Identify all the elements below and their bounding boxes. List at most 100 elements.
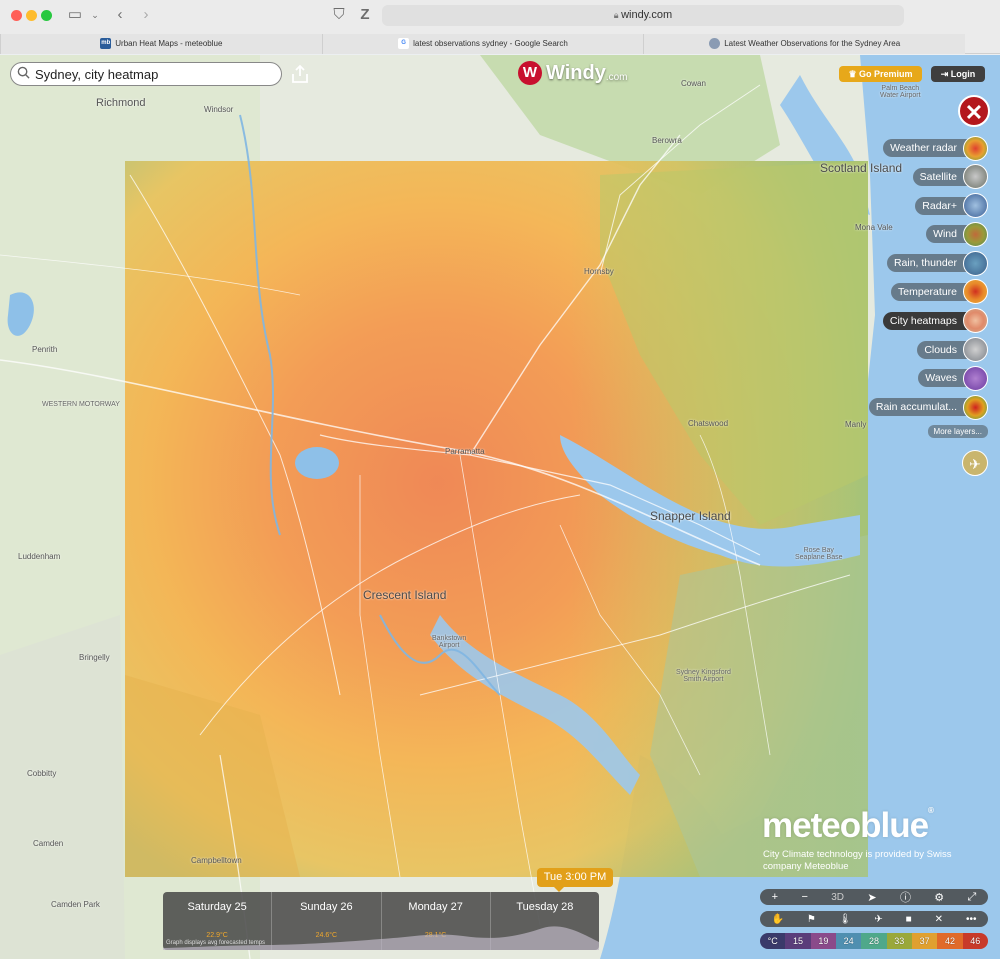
tab-weather-observations[interactable]: Latest Weather Observations for the Sydn… <box>643 34 966 54</box>
3d-button[interactable]: 3D <box>831 892 844 903</box>
url-bar[interactable]: 🔒︎ windy.com <box>382 5 904 26</box>
bom-favicon-icon <box>709 38 721 50</box>
close-icon: ✕ <box>964 100 984 125</box>
login-button[interactable]: ⇥ Login <box>931 66 985 82</box>
weather-radar-thumbnail-icon <box>963 135 988 161</box>
meteoblue-logo-text: meteoblue <box>762 806 929 845</box>
layer-label: Rain, thunder <box>886 254 975 273</box>
windy-logo-mark-icon: W <box>518 61 542 85</box>
temperature-thumbnail-icon <box>963 279 988 305</box>
z-extension-icon[interactable]: Z <box>356 5 374 25</box>
window-maximize-button[interactable] <box>41 10 52 21</box>
tab-label: Urban Heat Maps - meteoblue <box>115 39 223 48</box>
layer-weather-radar[interactable]: Weather radar <box>848 135 988 161</box>
url-text: windy.com <box>621 9 673 21</box>
shield-extension-icon[interactable]: ⛉ <box>330 5 348 25</box>
layer-radar-plus[interactable]: Radar+ <box>848 193 988 219</box>
meteoblue-favicon-icon: mb <box>100 38 112 50</box>
layer-waves[interactable]: Waves <box>848 365 988 391</box>
place-cobbitty: Cobbitty <box>27 769 57 778</box>
info-icon[interactable]: ⓘ <box>900 889 911 905</box>
flight-tracker-button[interactable]: ✈ <box>962 450 988 476</box>
place-campbelltown: Campbelltown <box>191 856 242 865</box>
place-sydney-airport: Sydney Kingsford Smith Airport <box>676 669 731 683</box>
place-parramatta: Parramatta <box>445 447 485 456</box>
registered-mark: ® <box>928 806 934 815</box>
clouds-thumbnail-icon <box>963 337 988 363</box>
legend-value: 24 <box>835 933 862 949</box>
sidebar-toggle-icon[interactable]: ▭ <box>66 5 84 25</box>
wind-thumbnail-icon <box>963 221 988 247</box>
forward-icon[interactable]: › <box>138 5 154 25</box>
place-hornsby: Hornsby <box>584 267 614 276</box>
windy-logo[interactable]: W Windy .com <box>518 60 628 86</box>
current-time-indicator[interactable]: Tue 3:00 PM <box>537 868 613 892</box>
legend-value: 28 <box>861 933 887 949</box>
map-controls: + − 3D ➤ ⓘ ⚙ ⤢ <box>760 889 988 905</box>
search-icon <box>17 66 30 79</box>
rain-accumulation-thumbnail-icon <box>963 394 988 420</box>
windy-logo-text: Windy <box>546 61 606 84</box>
more-icon[interactable]: ••• <box>966 914 977 925</box>
place-penrith: Penrith <box>32 345 58 354</box>
flag-icon[interactable]: ⚑ <box>807 914 816 925</box>
login-icon: ⇥ <box>940 69 951 79</box>
go-premium-button[interactable]: ♛ Go Premium <box>839 66 922 82</box>
rain-thunder-thumbnail-icon <box>963 250 988 276</box>
layer-menu: Weather radar Satellite Radar+ Wind Rain… <box>848 135 988 424</box>
zoom-in-button[interactable]: + <box>772 891 778 903</box>
place-snapper-island: Snapper Island <box>650 509 731 523</box>
chevron-down-icon[interactable]: ⌄ <box>89 5 101 25</box>
layer-clouds[interactable]: Clouds <box>848 337 988 363</box>
window-minimize-button[interactable] <box>26 10 37 21</box>
camera-icon[interactable]: ■ <box>906 914 912 925</box>
layer-label: Rain accumulat... <box>868 398 975 417</box>
radar-plus-thumbnail-icon <box>963 193 988 219</box>
waves-thumbnail-icon <box>963 365 988 391</box>
satellite-thumbnail-icon <box>963 164 988 190</box>
temperature-legend[interactable]: °C 15 19 24 28 33 37 42 46 <box>760 933 988 949</box>
place-crescent-island: Crescent Island <box>363 588 447 602</box>
close-overlay-button[interactable]: ✕ <box>958 95 990 127</box>
airplane-icon: ✈ <box>969 456 981 472</box>
legend-value: 15 <box>785 933 811 949</box>
layer-temperature[interactable]: Temperature <box>848 279 988 305</box>
timeline-note: Graph displays avg forecasted temps <box>166 940 266 946</box>
meteoblue-credit: City Climate technology is provided by S… <box>763 849 952 872</box>
day-label: Sunday 26 <box>300 901 353 913</box>
map-tools: ✋ ⚑ 🌡︎ ✈ ■ ✕ ••• <box>760 911 988 927</box>
tab-google-search[interactable]: Glatest observations sydney - Google Sea… <box>321 34 644 54</box>
legend-value: 33 <box>886 933 912 949</box>
legend-value: 46 <box>962 933 988 949</box>
airplane-icon[interactable]: ✈ <box>874 914 882 925</box>
window-close-button[interactable] <box>11 10 22 21</box>
more-layers-button[interactable]: More layers... <box>927 425 988 438</box>
back-icon[interactable]: ‹ <box>112 5 128 25</box>
layer-city-heatmaps[interactable]: City heatmaps <box>848 308 988 334</box>
close-tools-icon[interactable]: ✕ <box>935 914 943 925</box>
city-heatmaps-thumbnail-icon <box>963 308 988 334</box>
fullscreen-icon[interactable]: ⤢ <box>968 891 977 904</box>
legend-value: 19 <box>810 933 836 949</box>
hand-icon[interactable]: ✋ <box>771 914 783 925</box>
tab-bar: mb Urban Heat Maps - meteoblue Glatest ob… <box>0 34 966 54</box>
tab-label: latest observations sydney - Google Sear… <box>413 39 568 48</box>
layer-rain-accumulation[interactable]: Rain accumulat... <box>848 394 988 420</box>
tab-urban-heat-maps[interactable]: mb Urban Heat Maps - meteoblue <box>0 34 322 54</box>
zoom-out-button[interactable]: − <box>801 891 807 903</box>
legend-value: 42 <box>937 933 963 949</box>
layer-wind[interactable]: Wind <box>848 221 988 247</box>
browser-chrome: ▭ ⌄ ‹ › ⛉ Z 🔒︎ windy.com mb Urban Heat Ma… <box>0 0 1000 54</box>
layer-rain-thunder[interactable]: Rain, thunder <box>848 250 988 276</box>
layer-satellite[interactable]: Satellite <box>848 164 988 190</box>
locate-icon[interactable]: ➤ <box>867 891 876 904</box>
place-richmond: Richmond <box>96 97 146 109</box>
login-label: Login <box>950 69 976 79</box>
tab-label: Latest Weather Observations for the Sydn… <box>724 39 901 48</box>
search-input[interactable] <box>10 62 282 86</box>
settings-icon[interactable]: ⚙ <box>934 891 944 904</box>
thermometer-icon[interactable]: 🌡︎ <box>839 914 852 925</box>
place-bankstown-airport: Bankstown Airport <box>432 635 467 649</box>
share-icon[interactable] <box>290 64 310 84</box>
place-camden-park: Camden Park <box>51 900 100 909</box>
